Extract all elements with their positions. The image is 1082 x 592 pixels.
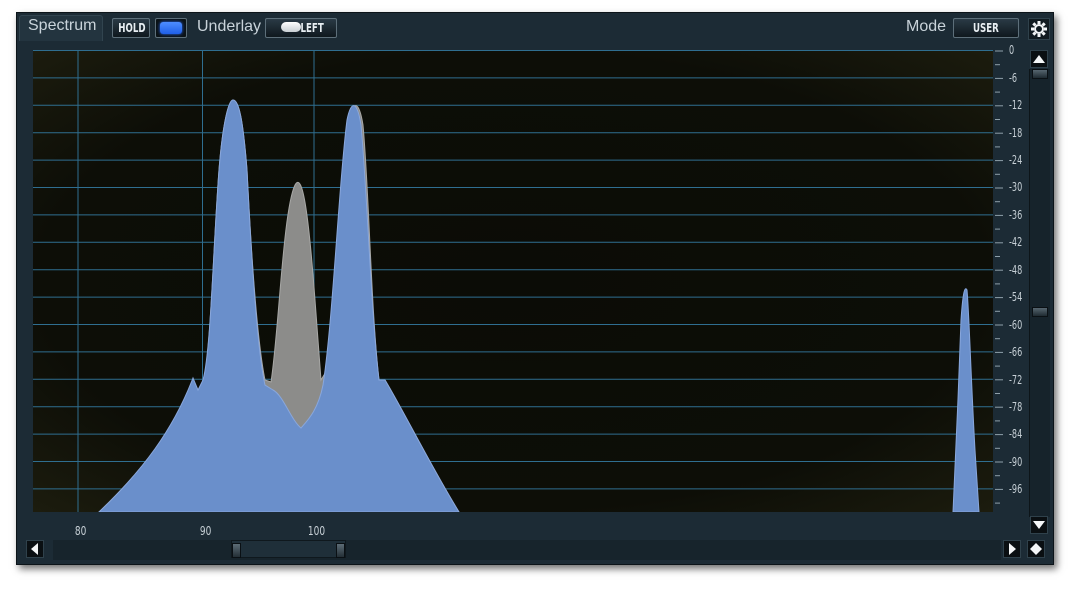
mode-value: USER [973, 21, 999, 35]
hold-toggle[interactable] [155, 18, 187, 38]
y-tick-label: 0 [1009, 43, 1015, 57]
vertical-scroll-bottom-grip[interactable] [1032, 307, 1048, 317]
y-tick-label: -12 [1009, 98, 1023, 112]
spectrum-panel: Spectrum HOLD Underlay LEFT Mode USER 0 … [16, 12, 1054, 565]
arrow-left-icon [31, 543, 38, 555]
underlay-select[interactable]: LEFT [265, 18, 337, 38]
scroll-up-button[interactable] [1030, 50, 1048, 68]
y-tick-label: -54 [1009, 290, 1023, 304]
arrow-down-icon [1033, 521, 1045, 529]
right-peak [952, 288, 980, 512]
scroll-right-button[interactable] [1003, 540, 1021, 558]
x-tick-label: 80 [74, 524, 87, 538]
horizontal-scroll-thumb[interactable] [231, 540, 346, 558]
y-tick-label: -36 [1009, 208, 1023, 222]
settings-button[interactable] [1028, 18, 1050, 40]
y-tick-label: -42 [1009, 235, 1023, 249]
x-tick-label: 90 [199, 524, 212, 538]
mode-label: Mode [906, 18, 947, 35]
y-axis: 0 -6 -12 -18 -24 -30 -36 -42 -48 -54 -60… [993, 43, 1029, 512]
y-tick-label: -60 [1009, 318, 1023, 332]
y-axis-ticks [995, 50, 1003, 504]
zoom-button[interactable] [1027, 540, 1045, 558]
y-tick-label: -96 [1009, 482, 1023, 496]
y-tick-label: -84 [1009, 427, 1023, 441]
horizontal-scrollbar[interactable] [53, 540, 1001, 560]
tab-spectrum[interactable]: Spectrum [19, 15, 103, 41]
y-tick-label: -90 [1009, 455, 1023, 469]
vertical-scroll-top-grip[interactable] [1032, 69, 1048, 79]
led-indicator [160, 22, 182, 34]
y-tick-label: -78 [1009, 400, 1023, 414]
spectrum-graph[interactable] [33, 50, 993, 512]
tab-spectrum-label: Spectrum [28, 17, 97, 34]
diamond-icon [1030, 543, 1042, 555]
underlay-toggle-icon [281, 22, 301, 32]
y-tick-label: -72 [1009, 373, 1023, 387]
underlay-label: Underlay [197, 18, 262, 35]
gear-icon [1031, 21, 1047, 37]
vertical-scrollbar[interactable] [1029, 69, 1050, 517]
arrow-right-icon [1009, 543, 1016, 555]
underlay-value: LEFT [300, 21, 324, 35]
x-tick-label: 100 [307, 524, 326, 538]
y-tick-label: -6 [1009, 71, 1018, 85]
spectrum-svg [33, 50, 993, 512]
y-tick-label: -24 [1009, 153, 1023, 167]
scroll-down-button[interactable] [1030, 516, 1048, 534]
hold-button[interactable]: HOLD [112, 18, 150, 38]
horizontal-scroll-right-grip[interactable] [336, 543, 345, 558]
mode-select[interactable]: USER [953, 18, 1019, 38]
hold-button-label: HOLD [118, 21, 146, 35]
scroll-left-button[interactable] [26, 540, 44, 558]
y-tick-label: -18 [1009, 126, 1023, 140]
arrow-up-icon [1033, 55, 1045, 63]
y-tick-label: -48 [1009, 263, 1023, 277]
horizontal-scroll-left-grip[interactable] [232, 543, 241, 558]
y-tick-label: -66 [1009, 345, 1023, 359]
y-tick-label: -30 [1009, 180, 1023, 194]
